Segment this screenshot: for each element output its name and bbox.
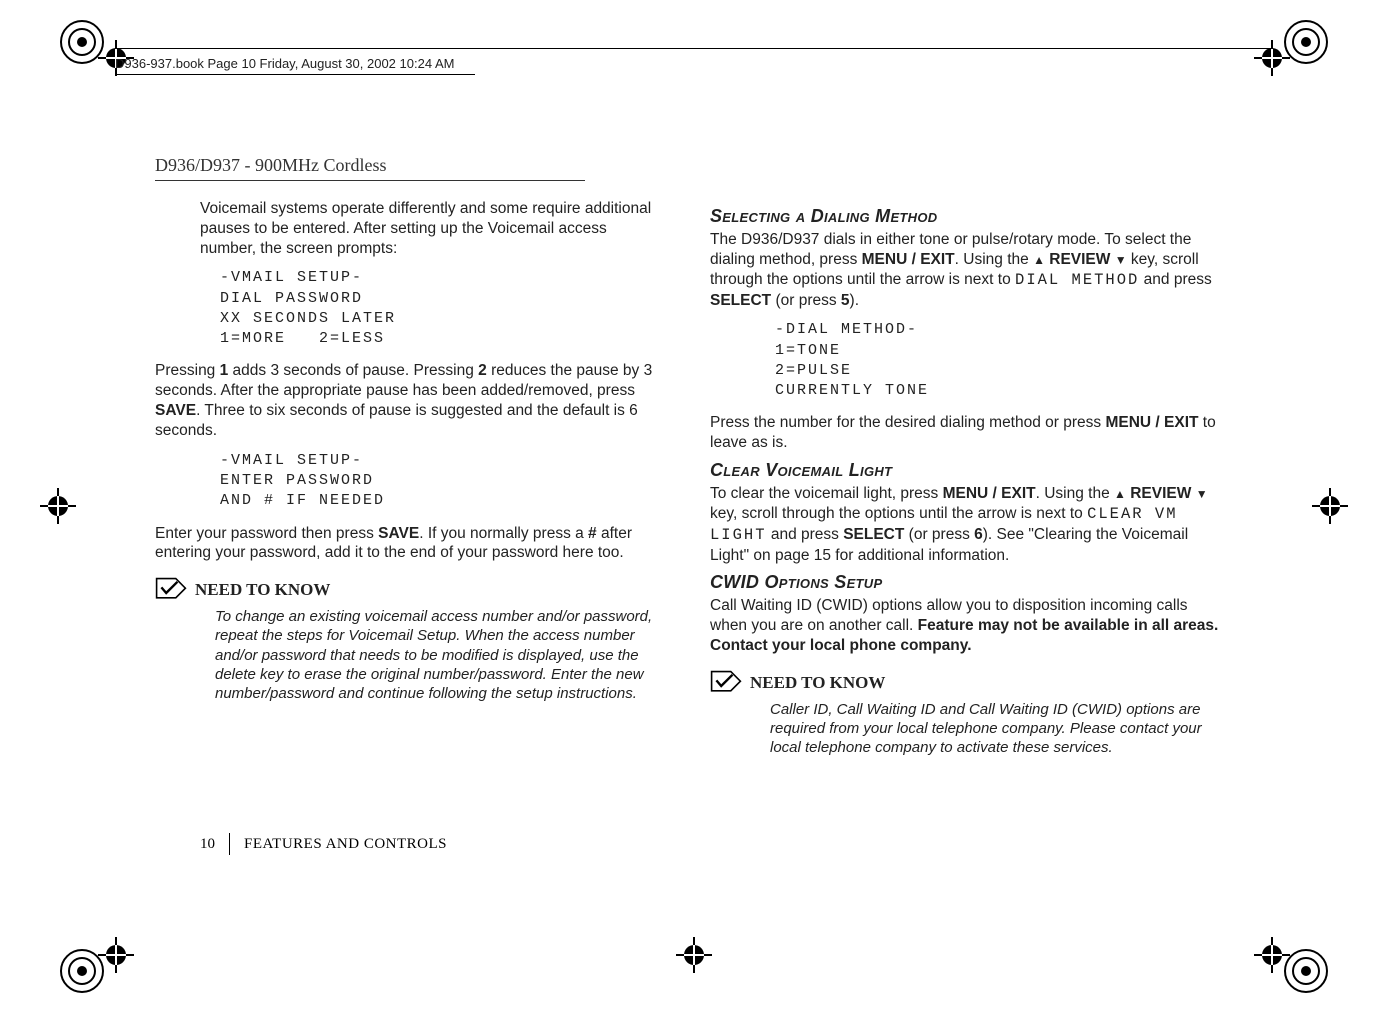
crosshair-icon: [1312, 488, 1348, 524]
need-to-know-title: NEED TO KNOW: [195, 579, 330, 601]
title-underline: [155, 180, 585, 181]
crosshair-icon: [676, 937, 712, 973]
screen-prompt: -VMAIL SETUP- ENTER PASSWORD AND # IF NE…: [220, 451, 665, 512]
section-heading: CWID Options Setup: [710, 571, 1220, 594]
paragraph: The D936/D937 dials in either tone or pu…: [710, 230, 1220, 310]
crosshair-icon: [40, 488, 76, 524]
up-arrow-icon: [1033, 251, 1045, 268]
paragraph: Press the number for the desired dialing…: [710, 413, 1220, 453]
section-name: FEATURES AND CONTROLS: [244, 836, 447, 853]
down-arrow-icon: [1196, 485, 1208, 502]
need-to-know-block: NEED TO KNOW: [155, 579, 665, 601]
page-number: 10: [200, 836, 215, 853]
paragraph: To clear the voicemail light, press MENU…: [710, 484, 1220, 565]
document-header: D936-937.book Page 10 Friday, August 30,…: [115, 56, 1273, 71]
section-heading: Clear Voicemail Light: [710, 459, 1220, 482]
model-title: D936/D937 - 900MHz Cordless: [155, 155, 1255, 176]
frame-line: [115, 48, 1273, 49]
paragraph: Pressing 1 adds 3 seconds of pause. Pres…: [155, 361, 665, 440]
paragraph: Voicemail systems operate differently an…: [200, 199, 665, 258]
paragraph: Call Waiting ID (CWID) options allow you…: [710, 596, 1220, 655]
left-column: Voicemail systems operate differently an…: [155, 199, 665, 757]
need-to-know-body: Caller ID, Call Waiting ID and Call Wait…: [770, 700, 1220, 758]
footer-divider: [229, 833, 230, 855]
checkmark-tag-icon: [155, 577, 187, 601]
frame-line: [115, 74, 475, 75]
page-footer: 10 FEATURES AND CONTROLS: [200, 833, 447, 855]
section-heading: Selecting a Dialing Method: [710, 205, 1220, 228]
down-arrow-icon: [1115, 251, 1127, 268]
need-to-know-title: NEED TO KNOW: [750, 672, 885, 694]
screen-prompt: -VMAIL SETUP- DIAL PASSWORD XX SECONDS L…: [220, 268, 665, 349]
crosshair-icon: [98, 937, 134, 973]
registration-mark-icon: [1284, 20, 1328, 64]
registration-mark-icon: [1284, 949, 1328, 993]
right-column: Selecting a Dialing Method The D936/D937…: [710, 199, 1220, 757]
need-to-know-body: To change an existing voicemail access n…: [215, 607, 665, 703]
screen-prompt: -DIAL METHOD- 1=TONE 2=PULSE CURRENTLY T…: [775, 320, 1220, 401]
need-to-know-block: NEED TO KNOW: [710, 672, 1220, 694]
paragraph: Enter your password then press SAVE. If …: [155, 524, 665, 564]
crosshair-icon: [1254, 937, 1290, 973]
checkmark-tag-icon: [710, 670, 742, 694]
up-arrow-icon: [1114, 485, 1126, 502]
